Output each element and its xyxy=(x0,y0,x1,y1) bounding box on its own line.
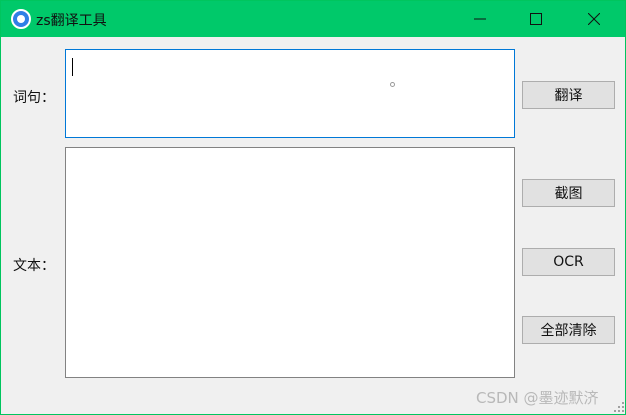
mouse-cursor-icon xyxy=(390,82,395,87)
ocr-button[interactable]: OCR xyxy=(522,248,615,276)
minimize-icon xyxy=(474,18,486,20)
phrase-input[interactable] xyxy=(65,49,515,138)
screenshot-button[interactable]: 截图 xyxy=(522,179,615,207)
watermark: CSDN @墨迹默济 xyxy=(476,389,599,407)
title-bar[interactable]: zs翻译工具 xyxy=(1,1,625,37)
app-icon xyxy=(11,9,31,29)
clear-all-button[interactable]: 全部清除 xyxy=(522,316,615,344)
text-area[interactable] xyxy=(65,147,515,378)
minimize-button[interactable] xyxy=(457,1,503,37)
window-title: zs翻译工具 xyxy=(36,13,107,29)
maximize-button[interactable] xyxy=(513,1,559,37)
app-window: zs翻译工具 词句： 文本： 翻译 截图 OCR 全部清除 CSDN @墨迹默济 xyxy=(0,0,626,415)
translate-button[interactable]: 翻译 xyxy=(522,81,615,109)
phrase-label: 词句： xyxy=(13,90,55,106)
text-label: 文本： xyxy=(13,258,55,274)
close-button[interactable] xyxy=(571,1,617,37)
close-icon xyxy=(588,13,600,25)
text-caret xyxy=(72,58,73,76)
resize-grip-icon[interactable] xyxy=(613,401,625,413)
maximize-icon xyxy=(530,13,542,25)
